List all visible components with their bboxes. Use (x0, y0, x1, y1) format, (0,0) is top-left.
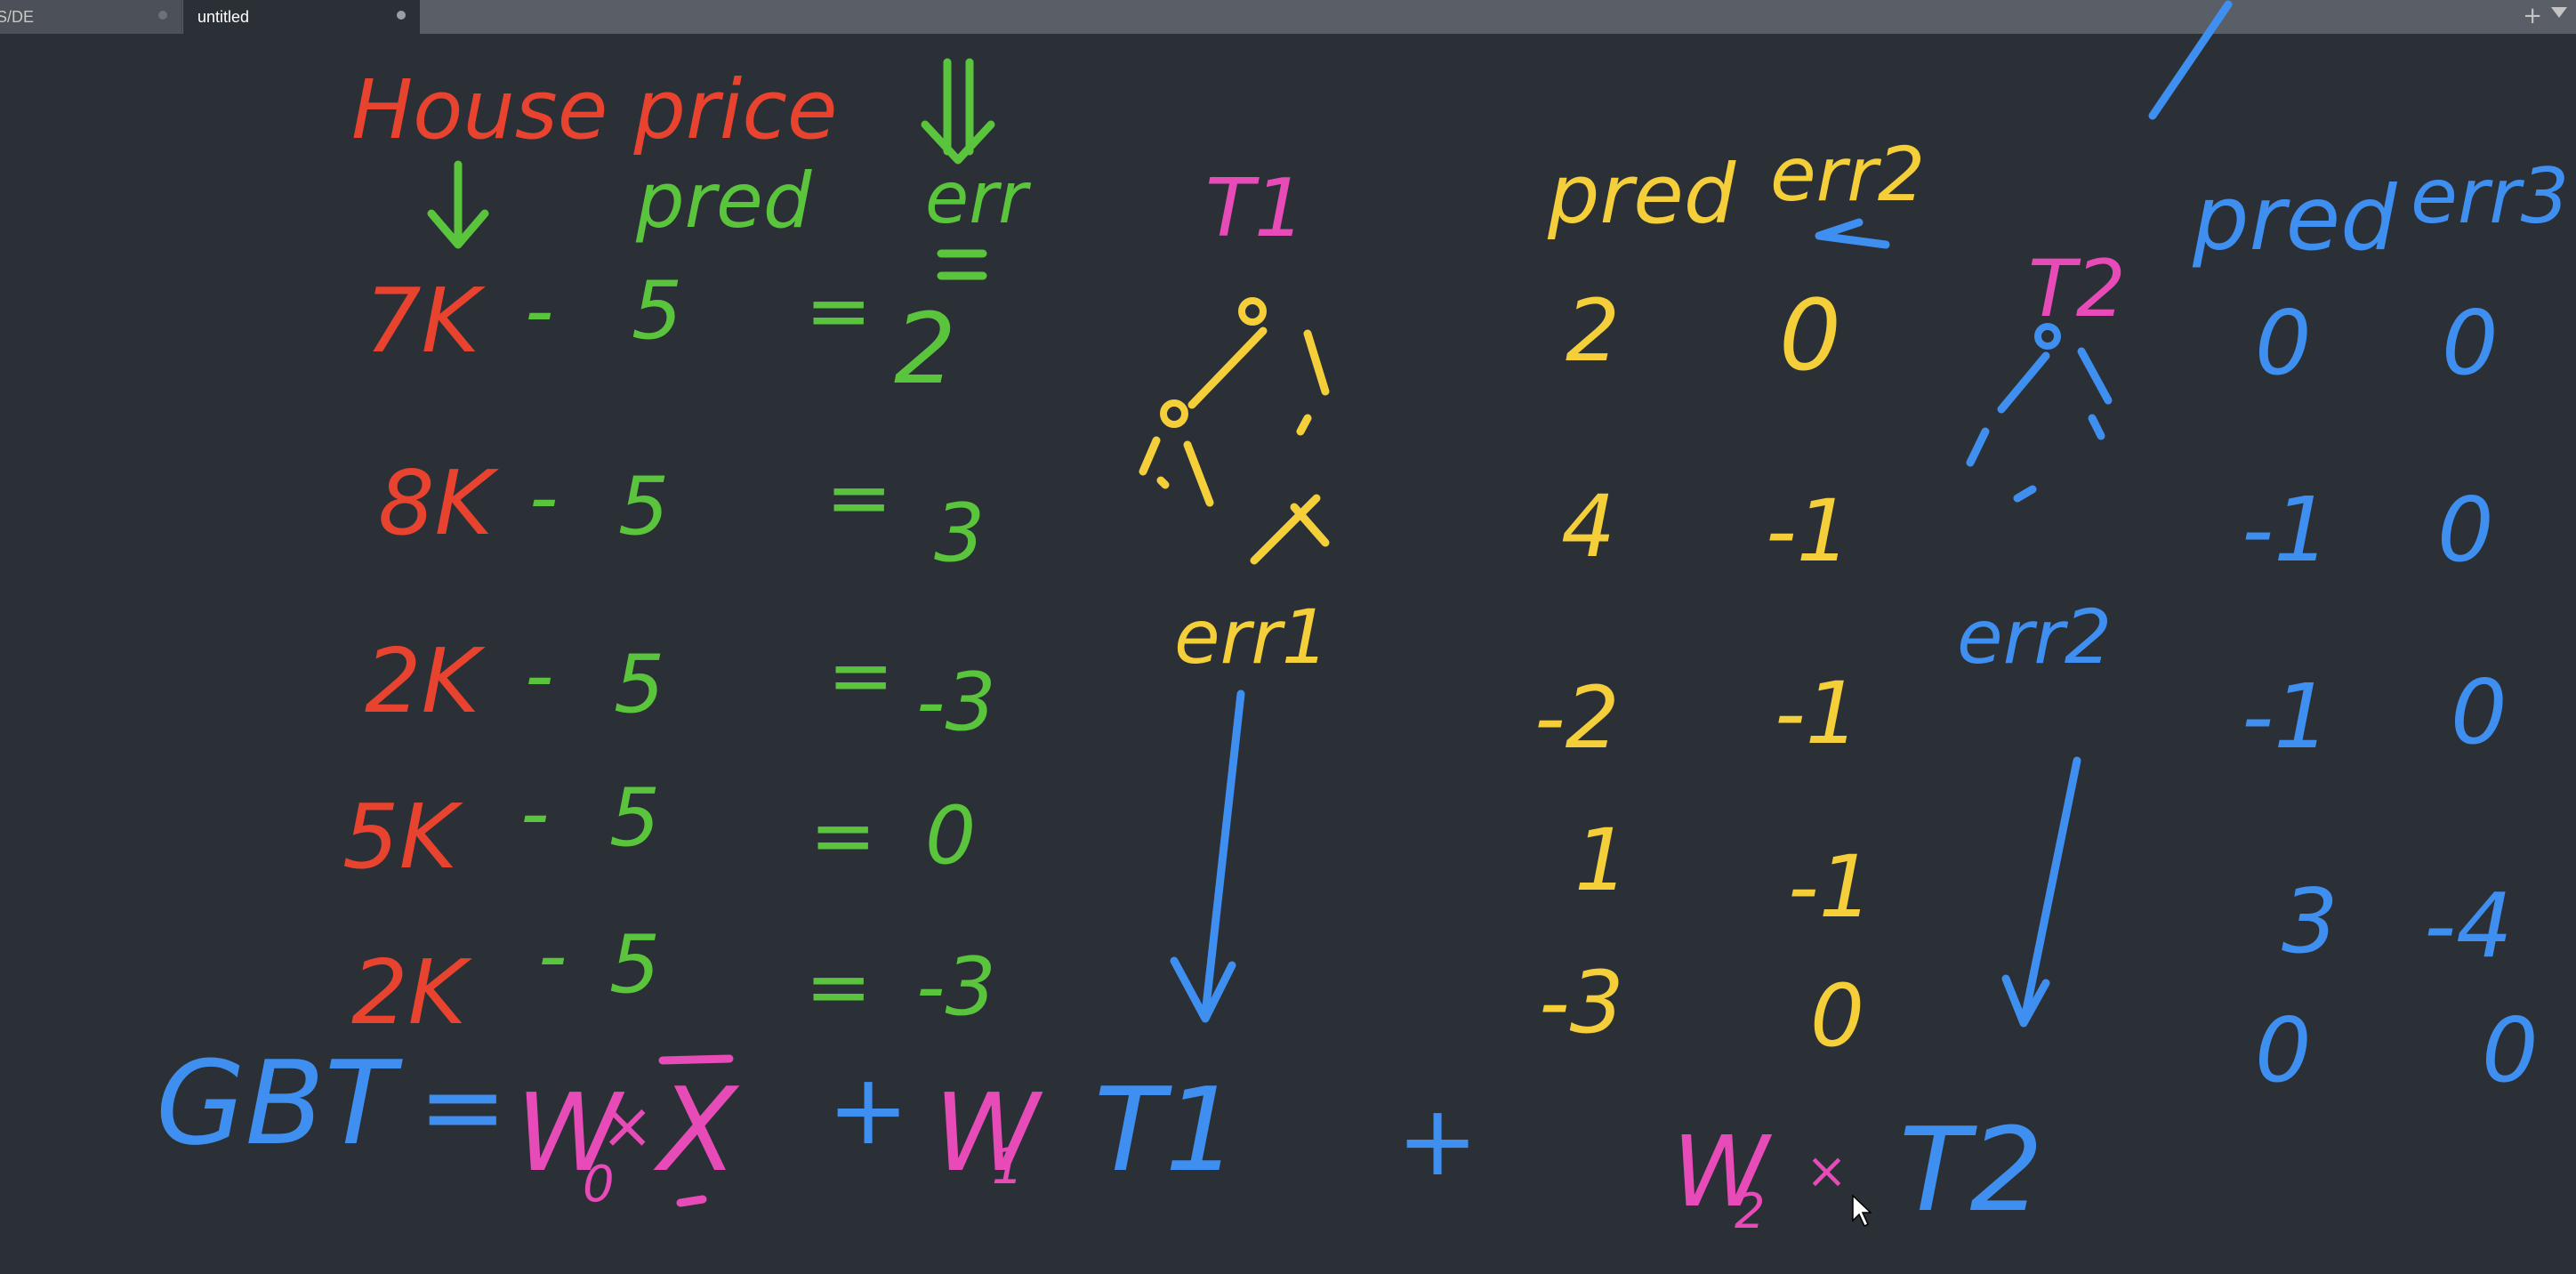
whiteboard-canvas[interactable]: House price pred err 7K - 5 = 2 8K - 5 =… (0, 0, 2576, 1274)
row5-minus: - (538, 909, 567, 1003)
t2-err2-1: 0 (1779, 278, 1841, 392)
t2-pred-1: 2 (1566, 281, 1620, 381)
t3-err3-3: 0 (2451, 660, 2508, 764)
header-err2: err2 (1770, 131, 1925, 218)
formula-times2: × (1806, 1142, 1847, 1200)
t2-pred-3: -2 (1534, 668, 1620, 768)
header-pred: pred (635, 157, 812, 246)
formula-w2-sub: 2 (1735, 1183, 1765, 1239)
xbar-overline (658, 1054, 734, 1065)
formula-w1-sub: 1 (992, 1138, 1024, 1196)
header-t1: T1 (1205, 162, 1305, 255)
xbar-underline (676, 1195, 707, 1207)
formula-t1: T1 (1094, 1062, 1238, 1197)
row1-price: 7K (365, 269, 487, 373)
formula-t2: T2 (1899, 1102, 2043, 1238)
row4-price: 5K (342, 785, 464, 889)
row2-price: 8K (378, 451, 500, 555)
err1-label: err1 (1174, 593, 1329, 681)
formula-w0-sub: 0 (583, 1156, 615, 1214)
t2-pred-4: 1 (1574, 810, 1629, 910)
t2-err2-3: -1 (1775, 664, 1860, 763)
row3-eq: = (827, 629, 894, 722)
row5-eq: = (805, 940, 872, 1034)
arrow-down-icon (2001, 756, 2081, 1028)
row2-eq: = (825, 451, 892, 544)
row1-pred: 5 (632, 264, 682, 358)
formula-gbt: GBT (156, 1036, 403, 1171)
t3-pred-1: 0 (2255, 291, 2312, 395)
t2-err2-4: -1 (1788, 837, 1873, 937)
t2-pred-5: -3 (1539, 953, 1624, 1052)
t2-err2-5: 0 (1810, 966, 1864, 1066)
row3-minus: - (525, 629, 553, 722)
gbt-formula: GBT = W 0 × X + W 1 T1 + W 2 × T2 (156, 1036, 2043, 1239)
formula-plus2: + (1397, 1084, 1478, 1197)
tree-t2-icon (1966, 323, 2113, 503)
t2-err2-2: -1 (1766, 481, 1851, 581)
t3-err3-5: 0 (2482, 998, 2539, 1102)
header-pred-t2: pred (2192, 166, 2397, 270)
row5-price: 2K (351, 940, 473, 1044)
stroke-blue-top (2148, 0, 2233, 120)
row1-minus: - (525, 264, 553, 358)
arrow-down-icon (427, 160, 489, 249)
row3-pred: 5 (614, 638, 664, 731)
t2-pred-2: 4 (1561, 477, 1615, 577)
double-arrow-down-icon (921, 58, 995, 165)
t3-pred-4: 3 (2282, 869, 2339, 973)
header-house-price: House price (351, 62, 838, 157)
row3-price: 2K (365, 629, 487, 733)
formula-times: × (600, 1088, 654, 1163)
arrow-left-icon (1815, 218, 1890, 249)
row2-err: 3 (934, 487, 985, 580)
header-err: err (925, 157, 1032, 239)
row4-eq: = (809, 789, 876, 883)
formula-xbar: X (653, 1062, 740, 1197)
row1-eq: = (805, 264, 872, 358)
row4-minus: - (520, 767, 549, 860)
header-pred-t1: pred (1547, 147, 1736, 242)
formula-eq: = (418, 1045, 508, 1169)
arrow-down-icon (1170, 689, 1245, 1023)
table3: 0 -1 -1 3 0 0 0 0 -4 0 (2242, 291, 2539, 1102)
row5-err: -3 (916, 940, 996, 1034)
header-t2: T2 (2028, 243, 2126, 335)
t3-pred-3: -1 (2242, 665, 2330, 769)
row4-err: 0 (925, 789, 976, 883)
formula-w1: W (934, 1072, 1043, 1196)
t3-err3-2: 0 (2437, 478, 2494, 582)
row2-pred: 5 (618, 460, 669, 553)
err2-label: err2 (1957, 593, 2112, 681)
table1: 7K - 5 = 2 8K - 5 = 3 2K - 5 = -3 5K - 5… (342, 264, 996, 1044)
header-err3: err3 (2411, 152, 2569, 241)
t3-pred-5: 0 (2255, 998, 2312, 1102)
t3-err3-4: -4 (2424, 874, 2513, 978)
row3-err: -3 (916, 656, 996, 749)
cursor-arrow-icon (1852, 1194, 1872, 1228)
tree-t1-icon (1139, 297, 1330, 565)
table2: 2 4 -2 1 -3 0 -1 -1 -1 0 (1534, 278, 1873, 1066)
row1-err: 2 (894, 292, 956, 406)
t3-pred-2: -1 (2242, 478, 2330, 582)
row2-minus: - (529, 451, 558, 544)
t3-err3-1: 0 (2442, 291, 2499, 395)
formula-plus1: + (827, 1052, 909, 1166)
row4-pred: 5 (609, 771, 660, 865)
double-underline (937, 249, 987, 280)
row5-pred: 5 (609, 918, 660, 1012)
